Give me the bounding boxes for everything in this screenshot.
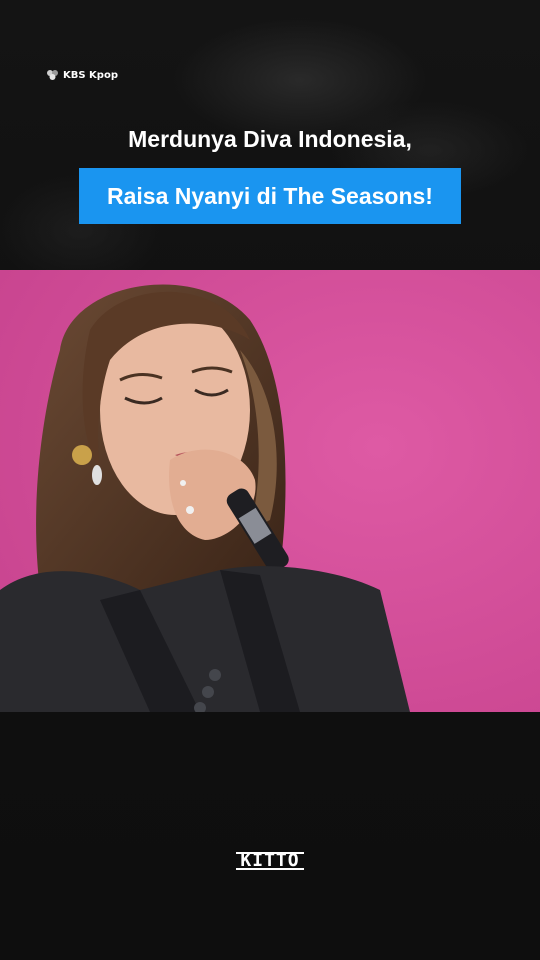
kitto-logo: KITTO xyxy=(236,852,304,870)
kbs-logo-icon xyxy=(47,70,58,80)
headline-highlight-box: Raisa Nyanyi di The Seasons! xyxy=(79,168,461,224)
video-frame: KBS Kpop Merdunya Diva Indonesia, Raisa … xyxy=(0,0,540,960)
brand-watermark: KITTO xyxy=(0,852,540,870)
channel-name: KBS Kpop xyxy=(63,69,118,81)
singer-illustration xyxy=(0,270,540,712)
video-still xyxy=(0,270,540,712)
headline-line-2: Raisa Nyanyi di The Seasons! xyxy=(107,182,433,209)
channel-tag: KBS Kpop xyxy=(46,68,118,82)
headline-line-1: Merdunya Diva Indonesia, xyxy=(128,126,412,152)
